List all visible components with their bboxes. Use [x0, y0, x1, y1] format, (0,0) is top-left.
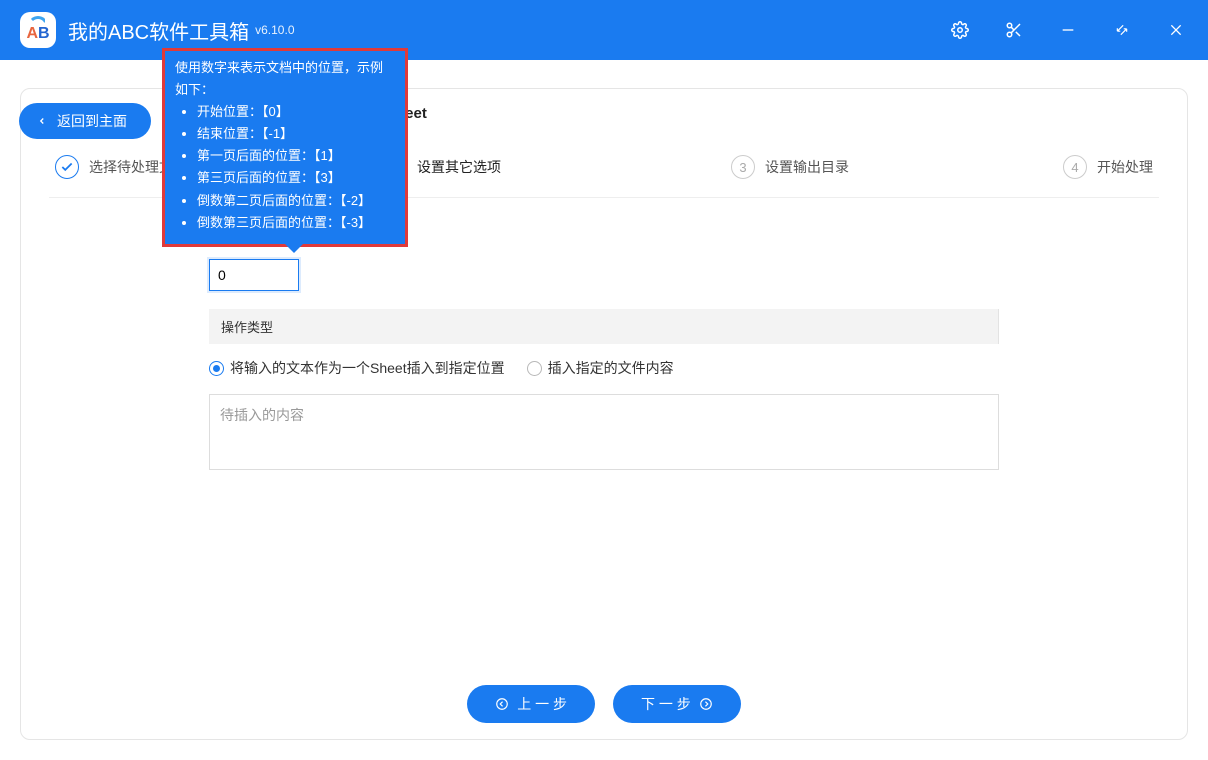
tooltip-item: 第一页后面的位置：【1】 [197, 145, 395, 167]
operation-type-header: 操作类型 [209, 309, 999, 344]
check-icon [55, 155, 79, 179]
step-3-number: 3 [731, 155, 755, 179]
close-icon[interactable] [1164, 18, 1188, 42]
step-4: 4 开始处理 [1063, 155, 1153, 179]
app-logo: AB [20, 12, 56, 48]
step-1-label: 选择待处理文 [89, 157, 173, 177]
next-button[interactable]: 下 一 步 [613, 685, 741, 723]
step-4-number: 4 [1063, 155, 1087, 179]
tooltip-item: 第三页后面的位置：【3】 [197, 167, 395, 189]
step-3: 3 设置输出目录 [731, 155, 849, 179]
content-textarea[interactable] [209, 394, 999, 470]
step-1: 选择待处理文 [55, 155, 173, 179]
maximize-icon[interactable] [1110, 18, 1134, 42]
position-tooltip: 使用数字来表示文档中的位置，示例如下： 开始位置：【0】 结束位置：【-1】 第… [162, 48, 408, 247]
radio-insert-text-label: 将输入的文本作为一个Sheet插入到指定位置 [230, 358, 505, 378]
step-2-label: 设置其它选项 [417, 157, 501, 177]
sheet-position-input[interactable] [209, 259, 299, 291]
tooltip-list: 开始位置：【0】 结束位置：【-1】 第一页后面的位置：【1】 第三页后面的位置… [175, 101, 395, 234]
scissors-icon[interactable] [1002, 18, 1026, 42]
radio-insert-text[interactable]: 将输入的文本作为一个Sheet插入到指定位置 [209, 358, 505, 378]
tooltip-item: 倒数第三页后面的位置：【-3】 [197, 212, 395, 234]
next-button-label: 下 一 步 [641, 694, 691, 714]
minimize-icon[interactable] [1056, 18, 1080, 42]
back-button-label: 返回到主面 [57, 111, 127, 131]
prev-button-label: 上 一 步 [517, 694, 567, 714]
step-4-label: 开始处理 [1097, 157, 1153, 177]
back-button[interactable]: 返回到主面 [19, 103, 151, 139]
tooltip-intro: 使用数字来表示文档中的位置，示例如下： [165, 51, 405, 101]
tooltip-item: 倒数第二页后面的位置：【-2】 [197, 190, 395, 212]
tooltip-item: 结束位置：【-1】 [197, 123, 395, 145]
radio-insert-file-label: 插入指定的文件内容 [548, 358, 674, 378]
tooltip-item: 开始位置：【0】 [197, 101, 395, 123]
tooltip-pointer-icon [285, 244, 303, 253]
step-3-label: 设置输出目录 [765, 157, 849, 177]
app-title: 我的ABC软件工具箱 [68, 16, 249, 45]
app-version: v6.10.0 [255, 23, 294, 37]
prev-button[interactable]: 上 一 步 [467, 685, 595, 723]
radio-insert-file[interactable]: 插入指定的文件内容 [527, 358, 674, 378]
settings-icon[interactable] [948, 18, 972, 42]
